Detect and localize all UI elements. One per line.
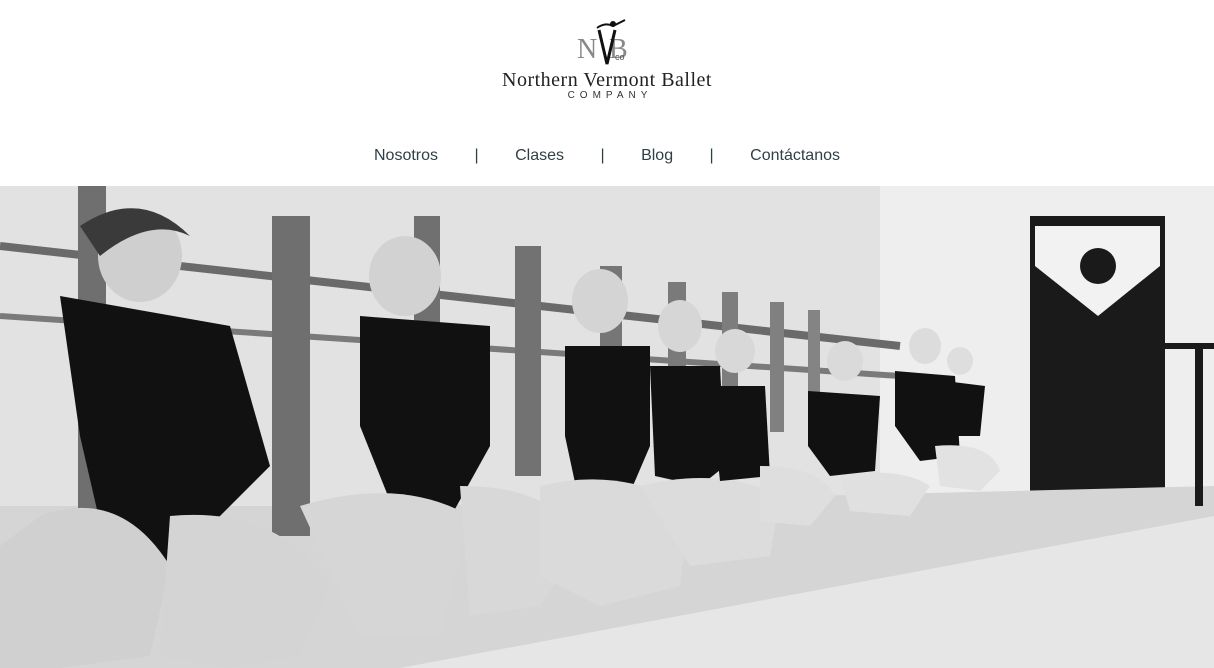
nav-item-clases[interactable]: Clases [515,147,564,164]
ballet-dancer-logo-icon: N B co [577,19,628,65]
nav-item-contactanos[interactable]: Contáctanos [750,147,840,164]
nav-separator: | [474,147,479,164]
svg-text:co: co [615,52,625,62]
hero-photo [0,186,1214,668]
hero-image-ballet-class [0,186,1214,668]
brand-name: Northern Vermont Ballet [502,69,712,91]
site-logo[interactable]: N B co Northern Vermont Ballet COMPANY [0,18,1214,102]
nav-item-nosotros[interactable]: Nosotros [374,147,438,164]
brand-tagline: COMPANY [567,90,653,101]
nav-separator: | [709,147,714,164]
main-nav: Nosotros | Clases | Blog | Contáctanos [0,147,1214,165]
site-header: N B co Northern Vermont Ballet COMPANY N… [0,0,1214,186]
nav-separator: | [600,147,605,164]
nav-item-blog[interactable]: Blog [641,147,673,164]
svg-text:N: N [577,34,597,65]
